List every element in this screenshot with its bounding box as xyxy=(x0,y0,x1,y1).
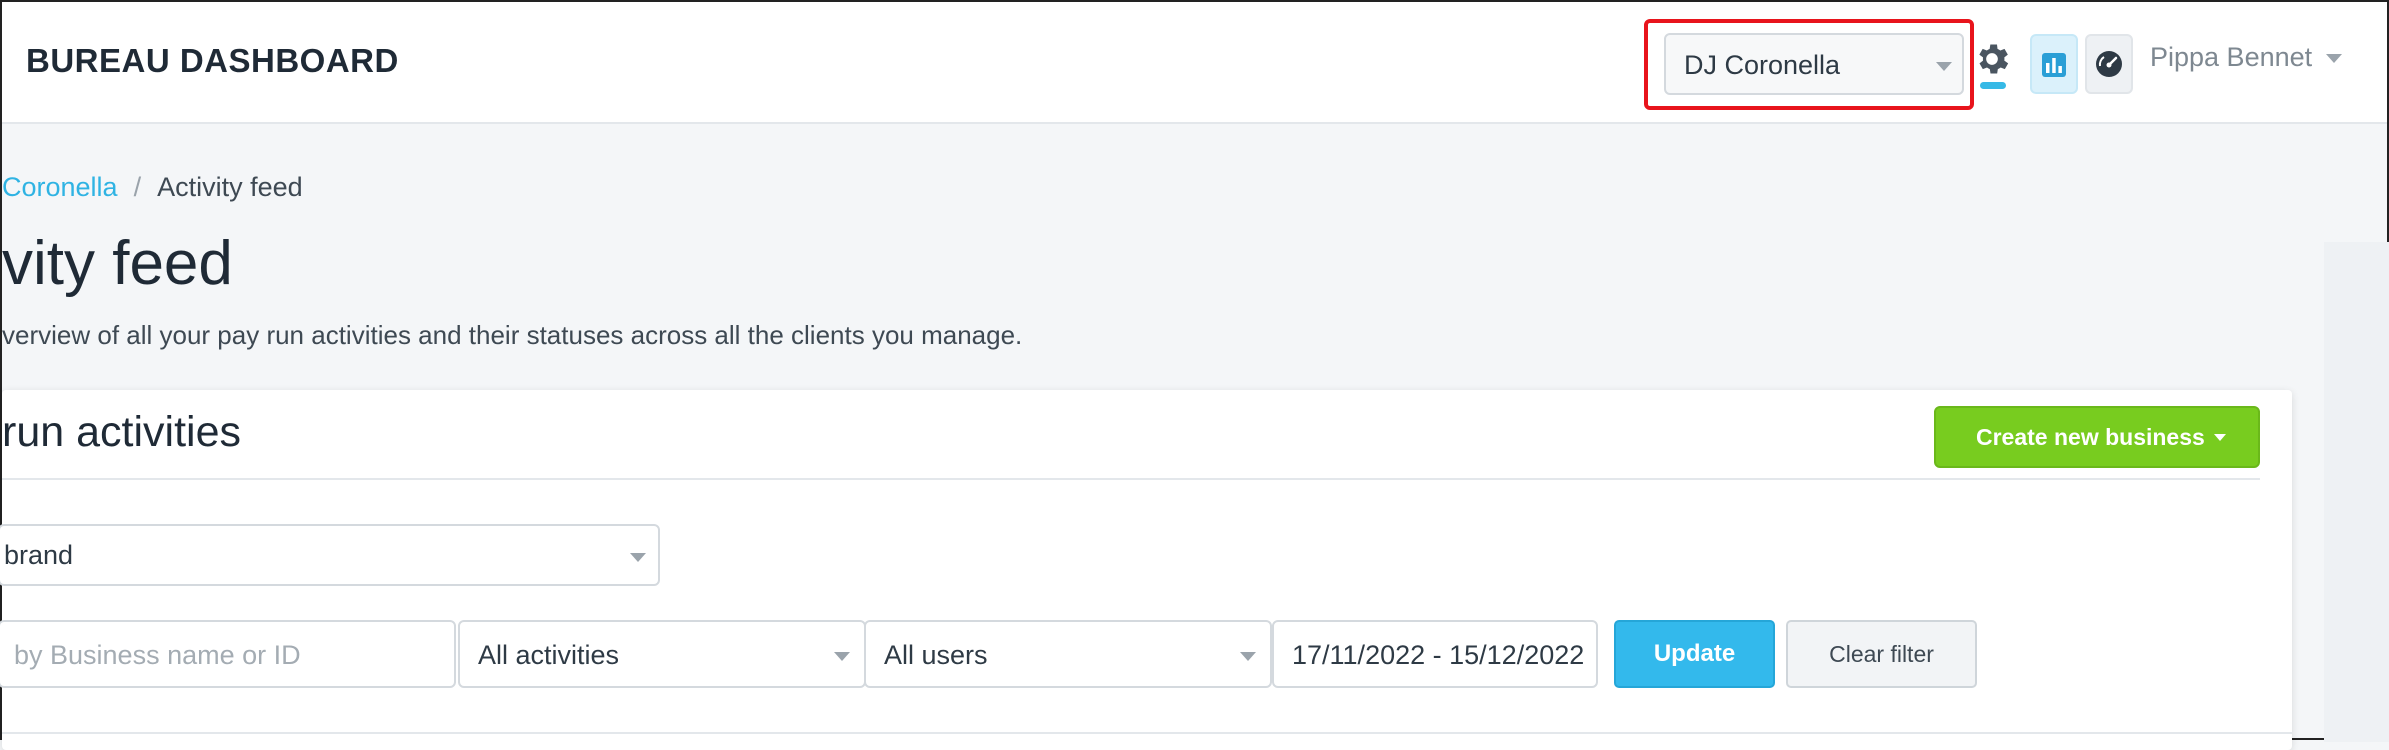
user-name: Pippa Bennet xyxy=(2150,42,2313,72)
table-top-divider xyxy=(2,732,2292,734)
brand-select-value: brand xyxy=(4,540,74,570)
page-edge-strip xyxy=(2324,242,2389,742)
activity-type-select[interactable]: All activities xyxy=(458,620,866,688)
business-select-value: DJ Coronella xyxy=(1684,50,1841,80)
business-search-input[interactable]: by Business name or ID xyxy=(0,620,456,688)
create-new-business-label: Create new business xyxy=(1976,424,2205,450)
dashboard-button[interactable] xyxy=(2085,34,2133,94)
chevron-down-icon xyxy=(630,553,646,562)
date-range-input[interactable]: 17/11/2022 - 15/12/2022 xyxy=(1272,620,1598,688)
app-brand-title[interactable]: BUREAU DASHBOARD xyxy=(26,42,399,80)
user-filter-value: All users xyxy=(884,640,988,670)
business-select[interactable]: DJ Coronella xyxy=(1664,33,1964,95)
breadcrumb-separator: / xyxy=(133,172,142,202)
page-subtitle: verview of all your pay run activities a… xyxy=(2,320,1023,350)
chevron-down-icon xyxy=(1240,652,1256,661)
top-bar: BUREAU DASHBOARD DJ Coronella Pippa Benn… xyxy=(2,2,2387,124)
brand-select[interactable]: brand xyxy=(0,524,660,586)
page-title: vity feed xyxy=(2,229,233,298)
update-button[interactable]: Update xyxy=(1614,620,1775,688)
clear-filter-button[interactable]: Clear filter xyxy=(1786,620,1977,688)
gear-icon[interactable] xyxy=(1972,39,2012,79)
user-filter-select[interactable]: All users xyxy=(864,620,1272,688)
breadcrumb-parent-link[interactable]: Coronella xyxy=(2,172,118,202)
create-new-business-button[interactable]: Create new business xyxy=(1934,406,2260,468)
gear-active-indicator xyxy=(1980,82,2006,89)
user-menu[interactable]: Pippa Bennet xyxy=(2150,42,2342,73)
chevron-down-icon xyxy=(2214,434,2226,441)
bar-chart-icon xyxy=(2042,53,2066,77)
speedometer-icon xyxy=(2096,51,2122,77)
breadcrumb-current: Activity feed xyxy=(157,172,303,202)
chevron-down-icon xyxy=(1936,62,1952,71)
gear-icon-svg xyxy=(1979,44,2009,74)
date-range-value: 17/11/2022 - 15/12/2022 xyxy=(1292,640,1585,670)
activity-type-value: All activities xyxy=(478,640,620,670)
chevron-down-icon xyxy=(2326,54,2342,63)
chevron-down-icon xyxy=(834,652,850,661)
business-search-placeholder: by Business name or ID xyxy=(14,640,301,670)
card-title: run activities xyxy=(2,408,241,456)
activities-card: run activities Create new business brand… xyxy=(0,390,2292,750)
breadcrumb: Coronella / Activity feed xyxy=(2,172,303,203)
card-divider xyxy=(2,478,2260,480)
reports-button[interactable] xyxy=(2030,34,2078,94)
